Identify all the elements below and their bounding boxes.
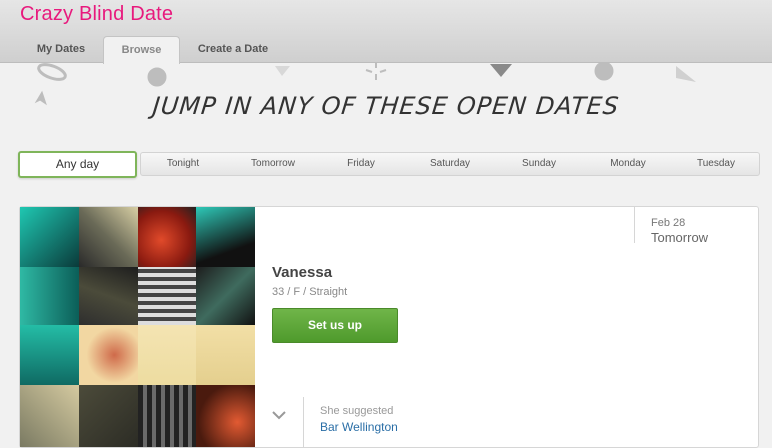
app-header: Crazy Blind Date My Dates Browse Create … <box>0 0 772 64</box>
set-us-up-button[interactable]: Set us up <box>272 308 398 343</box>
suggestion-place-link[interactable]: Bar Wellington <box>320 420 398 434</box>
day-option-friday[interactable]: Friday <box>317 153 405 175</box>
app-title[interactable]: Crazy Blind Date <box>20 3 173 26</box>
divider <box>303 397 304 447</box>
date-info: Feb 28 Tomorrow <box>634 207 759 245</box>
day-option-saturday[interactable]: Saturday <box>405 153 495 175</box>
day-option-monday[interactable]: Monday <box>583 153 673 175</box>
tab-browse[interactable]: Browse <box>103 36 180 64</box>
day-filter-strip: Tonight Tomorrow Friday Saturday Sunday … <box>140 152 760 176</box>
page-heading: JUMP IN ANY OF THESE OPEN DATES <box>151 92 621 120</box>
day-filter-any-day[interactable]: Any day <box>18 151 137 178</box>
profile-name[interactable]: Vanessa <box>272 264 332 281</box>
day-option-tonight[interactable]: Tonight <box>141 153 225 175</box>
profile-photo[interactable] <box>20 207 255 447</box>
tab-create-a-date[interactable]: Create a Date <box>183 36 283 63</box>
day-option-sunday[interactable]: Sunday <box>495 153 583 175</box>
day-option-tomorrow[interactable]: Tomorrow <box>229 153 317 175</box>
suggestion-label: She suggested <box>320 405 394 417</box>
day-option-tuesday[interactable]: Tuesday <box>673 153 759 175</box>
chevron-down-icon[interactable] <box>271 407 287 423</box>
date-month: Feb 28 <box>651 217 686 229</box>
date-card[interactable]: Vanessa 33 / F / Straight Set us up Feb … <box>19 206 759 448</box>
tab-my-dates[interactable]: My Dates <box>20 36 102 63</box>
profile-meta: 33 / F / Straight <box>272 286 348 298</box>
date-relative: Tomorrow <box>651 230 709 245</box>
